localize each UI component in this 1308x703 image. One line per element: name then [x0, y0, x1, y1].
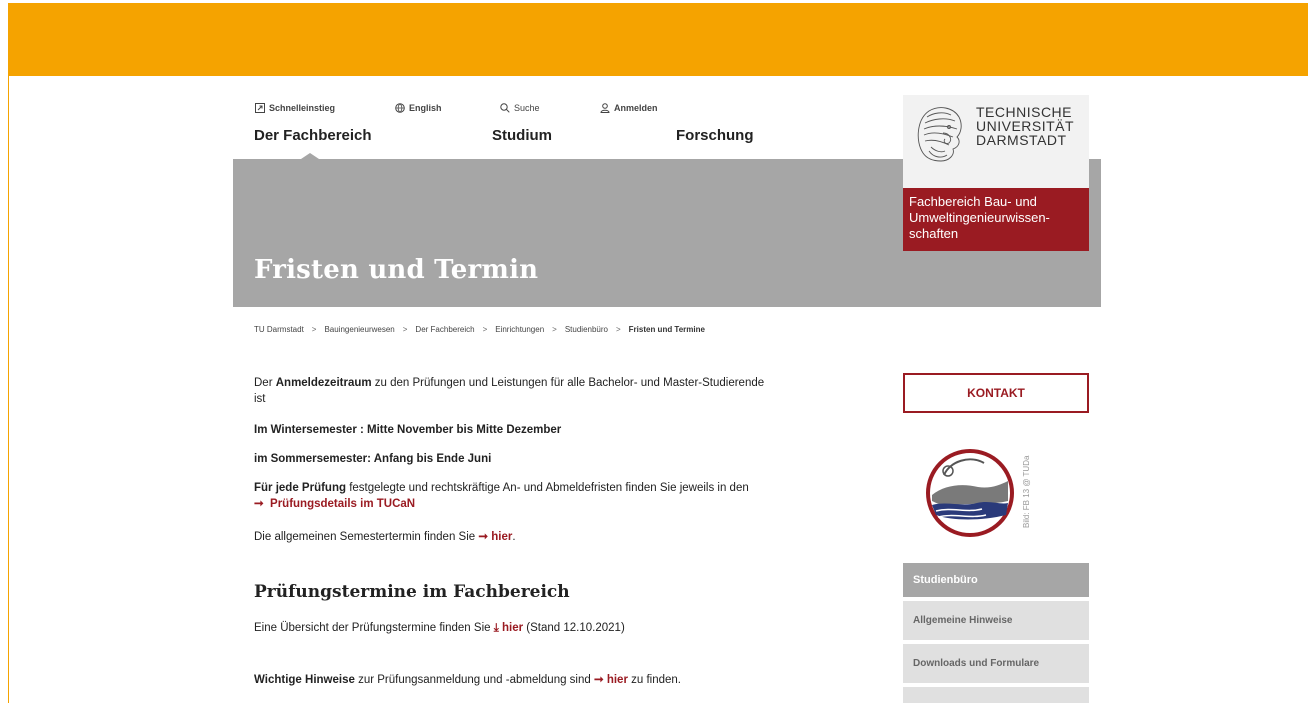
semester-dates-link[interactable]: ➞ hier: [478, 531, 512, 543]
exam-deadlines-text: Für jede Prüfung festgelegte und rechtsk…: [254, 482, 749, 510]
arrow-right-icon: ➞: [254, 498, 264, 510]
search-icon: [500, 103, 510, 113]
logo-line-2: UNIVERSITÄT: [976, 118, 1075, 134]
breadcrumb-item[interactable]: Einrichtungen: [495, 325, 544, 334]
breadcrumb-item[interactable]: TU Darmstadt: [254, 325, 304, 334]
arrow-right-icon: ➞: [478, 531, 489, 543]
nav-forschung[interactable]: Forschung: [676, 127, 754, 144]
chevron-right-icon: >: [482, 325, 488, 334]
sidebar-item-allgemeine-hinweise[interactable]: Allgemeine Hinweise: [903, 601, 1089, 640]
sidebar-item-partial[interactable]: [903, 687, 1089, 703]
nav-studium[interactable]: Studium: [492, 127, 552, 144]
breadcrumb-item[interactable]: Der Fachbereich: [415, 325, 474, 334]
chevron-right-icon: >: [615, 325, 621, 334]
search-link[interactable]: Suche: [500, 103, 540, 113]
logo-line-3: DARMSTADT: [976, 132, 1067, 148]
nav-der-fachbereich[interactable]: Der Fachbereich: [254, 127, 372, 144]
globe-icon: [395, 103, 405, 113]
breadcrumb-item[interactable]: Studienbüro: [565, 325, 608, 334]
breadcrumb: TU Darmstadt > Bauingenieurwesen > Der Fachb…: [254, 325, 705, 334]
exam-dates-text: Eine Übersicht der Prüfungstermine finde…: [254, 622, 625, 634]
external-box-icon: [255, 103, 265, 113]
breadcrumb-item[interactable]: Bauingenieurwesen: [324, 325, 394, 334]
registration-period-text: Der Anmeldezeitraum zu den Prüfungen und…: [254, 377, 765, 405]
left-brand-line: [8, 76, 9, 703]
section-heading: Prüfungstermine im Fachbereich: [254, 582, 570, 602]
university-logo[interactable]: TECHNISCHE UNIVERSITÄT DARMSTADT: [903, 95, 1089, 188]
chevron-right-icon: >: [402, 325, 408, 334]
chevron-right-icon: >: [552, 325, 557, 334]
chevron-right-icon: >: [311, 325, 317, 334]
sidebar-item-downloads[interactable]: Downloads und Formulare: [903, 644, 1089, 683]
winter-semester-text: Im Wintersemester : Mitte November bis M…: [254, 424, 562, 436]
summer-semester-text: im Sommersemester: Anfang bis Ende Juni: [254, 453, 492, 465]
contact-button[interactable]: KONTAKT: [903, 373, 1089, 413]
department-label: Fachbereich Bau- und Umweltingenieurwiss…: [903, 188, 1089, 251]
semester-dates-text: Die allgemeinen Semestertermin finden Si…: [254, 531, 516, 543]
important-notes-text: Wichtige Hinweise zur Prüfungsanmeldung …: [254, 674, 681, 686]
user-icon: [600, 103, 610, 113]
image-credit: Bild: FB 13 @ TUDa: [1022, 455, 1031, 528]
login-link[interactable]: Anmelden: [600, 103, 658, 113]
tucan-link[interactable]: ➞ Prüfungsdetails im TUCaN: [254, 498, 415, 510]
logo-line-1: TECHNISCHE: [976, 104, 1073, 120]
quick-access-link[interactable]: Schnelleinstieg: [255, 103, 335, 113]
athena-seal-icon: [917, 107, 962, 162]
download-icon: ⤓: [493, 622, 499, 634]
arrow-right-icon: ➞: [593, 674, 604, 686]
important-notes-link[interactable]: ➞ hier: [594, 674, 628, 686]
department-emblem-icon: [926, 449, 1014, 537]
top-brand-bar: [8, 3, 1308, 76]
exam-dates-download-link[interactable]: ⤓ hier: [494, 622, 523, 634]
sidebar-nav-title[interactable]: Studienbüro: [903, 563, 1089, 597]
svg-text:Bild: FB 13 @ TUDa: Bild: FB 13 @ TUDa: [1022, 455, 1031, 528]
language-link[interactable]: English: [395, 103, 442, 113]
page-title: Fristen und Termin: [254, 255, 539, 285]
breadcrumb-current: Fristen und Termine: [628, 325, 705, 334]
